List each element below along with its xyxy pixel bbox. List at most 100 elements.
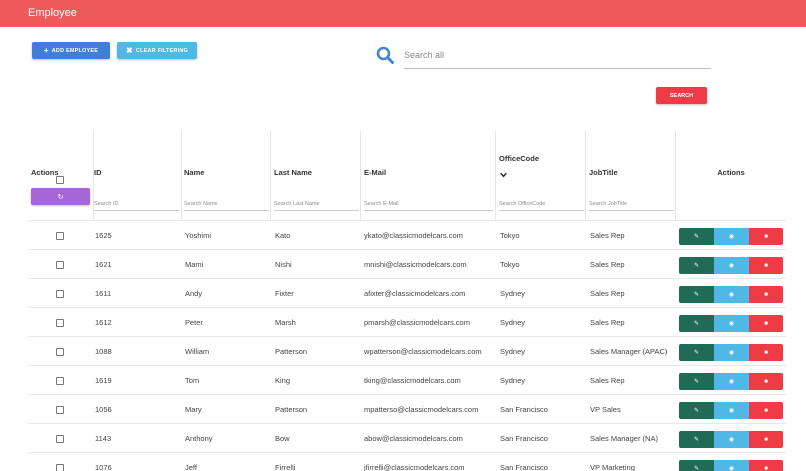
checkbox-box [56, 289, 64, 298]
column-header-last-name[interactable]: Last Name [274, 130, 359, 180]
view-button[interactable]: ◉ [714, 257, 749, 274]
column-header-id[interactable]: ID [94, 130, 179, 180]
pencil-icon: ✎ [693, 292, 700, 298]
row-select-checkbox[interactable] [56, 221, 64, 250]
refresh-filters-button[interactable]: ↻ [31, 188, 90, 205]
cell-email: abow@classicmodelcars.com [364, 434, 463, 443]
delete-button[interactable]: ■ [749, 286, 783, 303]
filter-job-title-input[interactable] [589, 197, 674, 211]
column-header-actions-left: Actions [31, 130, 91, 180]
column-header-job-title[interactable]: JobTitle [589, 130, 674, 180]
cell-email: afixter@classicmodelcars.com [364, 289, 466, 298]
column-header-office-code[interactable]: OfficeCode [499, 130, 584, 180]
cell-id: 1076 [95, 463, 112, 471]
cell-name: Tom [185, 376, 200, 385]
chevron-down-icon[interactable] [500, 172, 507, 178]
cell-office-code: San Francisco [500, 463, 548, 471]
cell-job-title: Sales Manager (NA) [590, 434, 658, 443]
cell-last-name: Bow [275, 434, 290, 443]
eye-icon: ◉ [728, 321, 735, 327]
filter-email [364, 181, 494, 221]
view-button[interactable]: ◉ [714, 373, 749, 390]
row-select-checkbox[interactable] [56, 279, 64, 308]
view-button[interactable]: ◉ [714, 402, 749, 419]
cell-job-title: Sales Rep [590, 318, 625, 327]
checkbox-box [56, 347, 64, 356]
select-all-checkbox[interactable] [56, 176, 64, 184]
cell-office-code: Sydney [500, 289, 526, 298]
delete-button[interactable]: ■ [749, 460, 783, 471]
cell-name: Mami [185, 260, 204, 269]
column-header-label: JobTitle [589, 168, 618, 177]
row-select-checkbox[interactable] [56, 337, 64, 366]
trash-icon: ■ [764, 378, 768, 385]
view-button[interactable]: ◉ [714, 286, 749, 303]
row-select-checkbox[interactable] [56, 250, 64, 279]
row-select-checkbox[interactable] [56, 395, 64, 424]
pencil-icon: ✎ [693, 234, 700, 240]
edit-button[interactable]: ✎ [679, 402, 714, 419]
delete-button[interactable]: ■ [749, 315, 783, 332]
eye-icon: ◉ [728, 350, 735, 356]
edit-button[interactable]: ✎ [679, 315, 714, 332]
cell-last-name: Marsh [275, 318, 296, 327]
view-button[interactable]: ◉ [714, 315, 749, 332]
page-title: Employee [28, 7, 77, 19]
checkbox-box [56, 318, 64, 327]
view-button[interactable]: ◉ [714, 228, 749, 245]
row-select-checkbox[interactable] [56, 453, 64, 471]
delete-button[interactable]: ■ [749, 257, 783, 274]
cell-job-title: Sales Rep [590, 376, 625, 385]
column-header-label: E-Mail [364, 168, 387, 177]
refresh-icon: ↻ [57, 193, 64, 201]
pencil-icon: ✎ [693, 437, 700, 443]
delete-button[interactable]: ■ [749, 344, 783, 361]
search-icon[interactable] [376, 46, 394, 64]
table-row: 1611 Andy Fixter afixter@classicmodelcars.c… [28, 278, 786, 307]
view-button[interactable]: ◉ [714, 431, 749, 448]
cell-email: ykato@classicmodelcars.com [364, 231, 463, 240]
filter-office-code-input[interactable] [499, 197, 584, 211]
delete-button[interactable]: ■ [749, 228, 783, 245]
column-header-name[interactable]: Name [184, 130, 269, 180]
view-button[interactable]: ◉ [714, 460, 749, 471]
cell-id: 1612 [95, 318, 112, 327]
edit-button[interactable]: ✎ [679, 228, 714, 245]
clear-filtering-button[interactable]: ✖ CLEAR FILTERING [117, 42, 197, 59]
row-select-checkbox[interactable] [56, 308, 64, 337]
cell-name: Jeff [185, 463, 197, 471]
delete-button[interactable]: ■ [749, 402, 783, 419]
cell-email: mpatterso@classicmodelcars.com [364, 405, 479, 414]
search-all-input[interactable] [404, 46, 704, 64]
pencil-icon: ✎ [693, 466, 700, 471]
row-select-checkbox[interactable] [56, 424, 64, 453]
cell-last-name: Patterson [275, 405, 308, 414]
search-button[interactable]: SEARCH [656, 87, 707, 104]
edit-button[interactable]: ✎ [679, 257, 714, 274]
edit-button[interactable]: ✎ [679, 431, 714, 448]
column-header-email[interactable]: E-Mail [364, 130, 494, 180]
trash-icon: ■ [764, 262, 768, 269]
table-row: 1076 Jeff Firrelli jfirrelli@classicmodelca… [28, 452, 786, 471]
cell-name: William [185, 347, 210, 356]
delete-button[interactable]: ■ [749, 373, 783, 390]
view-button[interactable]: ◉ [714, 344, 749, 361]
eye-icon: ◉ [728, 437, 735, 443]
filter-name-input[interactable] [184, 197, 269, 211]
column-header-label: Actions [717, 168, 745, 177]
cell-id: 1625 [95, 231, 112, 240]
edit-button[interactable]: ✎ [679, 460, 714, 471]
filter-id-input[interactable] [94, 197, 179, 211]
delete-button[interactable]: ■ [749, 431, 783, 448]
filter-last-name-input[interactable] [274, 197, 359, 211]
add-employee-button[interactable]: + ADD EMPLOYEE [32, 42, 110, 59]
cell-office-code: Tokyo [500, 231, 520, 240]
edit-button[interactable]: ✎ [679, 344, 714, 361]
pencil-icon: ✎ [693, 408, 700, 414]
edit-button[interactable]: ✎ [679, 373, 714, 390]
filter-email-input[interactable] [364, 197, 493, 211]
filter-last-name [274, 181, 359, 221]
pencil-icon: ✎ [693, 350, 700, 356]
edit-button[interactable]: ✎ [679, 286, 714, 303]
row-select-checkbox[interactable] [56, 366, 64, 395]
